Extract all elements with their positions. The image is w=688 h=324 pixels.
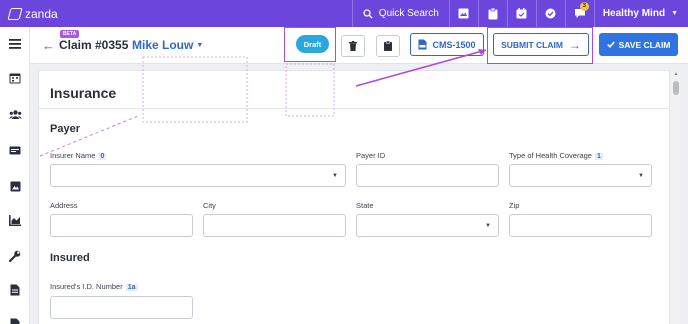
billing-icon[interactable]: [8, 143, 22, 157]
gallery-button[interactable]: [450, 0, 478, 27]
sidebar: [0, 27, 30, 324]
user-menu[interactable]: Healthy Mind ▼: [595, 8, 688, 19]
payer-id-label: Payer ID: [356, 151, 386, 160]
notification-badge: 3: [579, 2, 589, 11]
caret-down-icon: ▼: [638, 173, 644, 179]
insurer-name-label: Insurer Name 0: [50, 151, 107, 160]
city-label: City: [203, 201, 216, 210]
insured-id-input[interactable]: [50, 296, 193, 319]
submit-claim-label: SUBMIT CLAIM: [501, 39, 563, 50]
check-icon: [606, 41, 615, 48]
address-label: Address: [50, 201, 78, 210]
submit-claim-button[interactable]: SUBMIT CLAIM →: [493, 33, 589, 56]
brand-name: zanda: [25, 6, 58, 21]
menu-icon[interactable]: [8, 37, 22, 51]
state-select[interactable]: ▼: [356, 214, 499, 237]
users-icon[interactable]: [8, 107, 22, 121]
chevron-down-icon: ▼: [671, 10, 678, 17]
insurer-name-select[interactable]: ▼: [50, 164, 346, 187]
cms-1500-label: CMS-1500: [432, 39, 476, 50]
search-icon: [363, 8, 373, 18]
chevron-down-icon: ▼: [196, 42, 204, 50]
patient-name: Mike Louw: [132, 38, 194, 52]
insured-heading: Insured: [50, 252, 90, 264]
box-number: 0: [98, 153, 107, 160]
scrollbar-track[interactable]: [672, 70, 680, 324]
document-icon[interactable]: [8, 283, 22, 297]
insurer-name-text: Insurer Name: [50, 151, 96, 160]
caret-down-icon: ▼: [332, 173, 338, 179]
box-number: 1: [594, 153, 603, 160]
copy-button[interactable]: [376, 35, 400, 57]
insured-id-text: Insured's I.D. Number: [50, 282, 123, 291]
top-bar-actions: Quick Search 3 Healthy Mind ▼: [351, 0, 688, 27]
calendar-check-icon: [516, 8, 527, 19]
check-circle-icon: [545, 8, 556, 19]
claim-title: Claim #0355: [59, 38, 129, 52]
zip-label: Zip: [509, 201, 520, 210]
delete-button[interactable]: [341, 35, 365, 57]
coverage-select[interactable]: ▼: [509, 164, 652, 187]
box-number: 1a: [125, 284, 138, 291]
city-input[interactable]: [203, 214, 346, 237]
trash-icon: [349, 41, 357, 51]
image-icon: [458, 8, 469, 19]
address-input[interactable]: [50, 214, 193, 237]
wrench-icon[interactable]: [8, 249, 22, 263]
quick-search-label: Quick Search: [378, 8, 439, 19]
quick-search-button[interactable]: Quick Search: [353, 0, 449, 27]
coverage-text: Type of Health Coverage: [509, 151, 592, 160]
file-icon[interactable]: [8, 317, 22, 324]
arrow-right-icon: →: [568, 37, 581, 52]
user-name: Healthy Mind: [602, 8, 666, 19]
status-badge: Draft: [296, 35, 329, 53]
messages-button[interactable]: 3: [566, 0, 594, 27]
brand[interactable]: zanda: [7, 6, 58, 21]
pdf-file-icon: [418, 39, 427, 50]
top-bar: zanda Quick Search 3 Healthy Mind ▼: [0, 0, 688, 27]
app-root: zanda Quick Search 3 Healthy Mind ▼ ← BE…: [0, 0, 688, 324]
cms-1500-button[interactable]: CMS-1500: [410, 33, 484, 56]
payer-id-input[interactable]: [356, 164, 499, 187]
clipboard-button[interactable]: [479, 0, 507, 27]
zanda-logo-icon: [7, 7, 23, 20]
save-claim-label: SAVE CLAIM: [618, 39, 671, 50]
back-arrow-icon[interactable]: ←: [42, 39, 55, 52]
divider: [39, 108, 669, 109]
tasks-button[interactable]: [537, 0, 565, 27]
calendar-button[interactable]: [508, 0, 536, 27]
chart-icon[interactable]: [8, 213, 22, 227]
coverage-label: Type of Health Coverage 1: [509, 151, 603, 160]
caret-down-icon: ▼: [485, 223, 491, 229]
payer-heading: Payer: [50, 123, 80, 135]
clipboard-icon: [488, 7, 498, 19]
insured-id-label: Insured's I.D. Number 1a: [50, 282, 138, 291]
beta-badge: BETA: [60, 30, 80, 38]
save-claim-button[interactable]: SAVE CLAIM: [599, 33, 678, 56]
scrollbar-thumb[interactable]: [673, 81, 679, 95]
state-label: State: [356, 201, 374, 210]
zip-input[interactable]: [509, 214, 652, 237]
patient-selector[interactable]: Mike Louw ▼: [132, 38, 203, 52]
image-icon[interactable]: [8, 179, 22, 193]
clipboard-icon: [384, 41, 392, 51]
scroll-up-icon[interactable]: ▲: [673, 71, 679, 77]
calendar-icon[interactable]: [8, 71, 22, 85]
section-title: Insurance: [50, 85, 117, 101]
